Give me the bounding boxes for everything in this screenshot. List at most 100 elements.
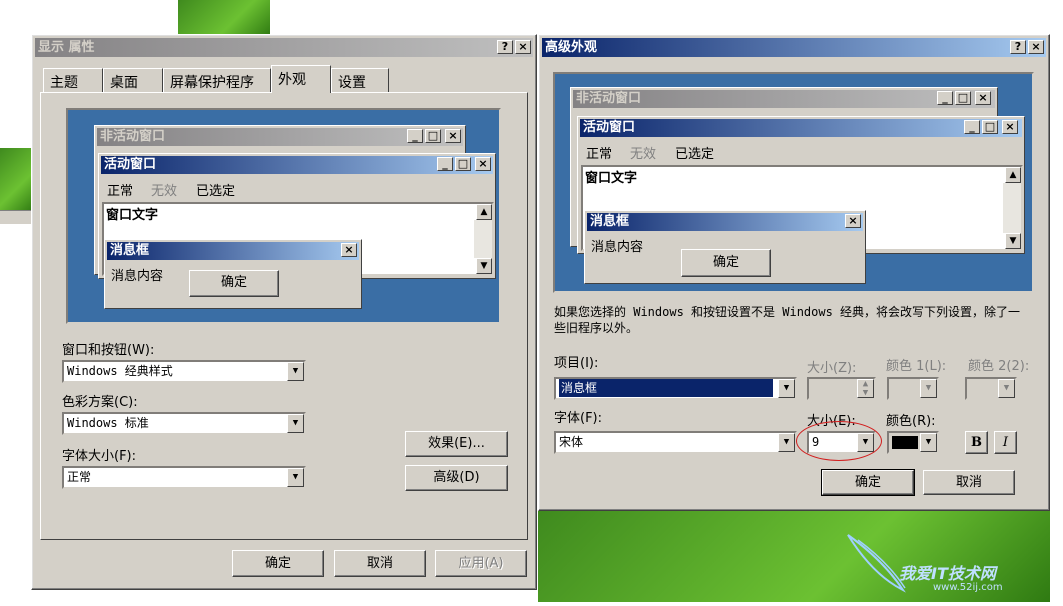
maximize-icon: □ xyxy=(982,120,998,134)
close-button[interactable]: × xyxy=(515,40,531,54)
advanced-button[interactable]: 高级(D) xyxy=(405,465,508,491)
preview-message-box: 消息框 × 消息内容 确定 xyxy=(104,239,362,309)
font-value: 宋体 xyxy=(559,435,584,449)
preview-active-title: 活动窗口 xyxy=(580,119,1022,137)
color-scheme-label: 色彩方案(C): xyxy=(62,395,138,410)
desktop-wallpaper-left xyxy=(0,148,34,210)
close-icon: × xyxy=(845,214,861,228)
color2-label: 颜色 2(2): xyxy=(968,359,1030,374)
help-button[interactable]: ? xyxy=(497,40,513,54)
tab-settings[interactable]: 设置 xyxy=(331,68,389,92)
tab-screensaver[interactable]: 屏幕保护程序 xyxy=(163,68,271,92)
close-icon: × xyxy=(341,243,357,257)
window-title: 高级外观 xyxy=(545,40,598,55)
windows-buttons-label: 窗口和按钮(W): xyxy=(62,343,155,358)
preview-menu-disabled: 无效 xyxy=(151,184,178,199)
dropdown-arrow-icon[interactable]: ▼ xyxy=(287,362,304,381)
preview-menu-normal: 正常 xyxy=(586,147,613,162)
appearance-preview: 非活动窗口 _ □ × 活动窗口 _ □ × 正常 无效 已选定 窗口文字 ▲ … xyxy=(66,108,501,324)
minimize-icon: _ xyxy=(937,91,953,105)
close-icon: × xyxy=(445,129,461,143)
scroll-down-icon: ▼ xyxy=(476,258,492,274)
font-size-select[interactable]: 正常 ▼ xyxy=(62,466,306,489)
scroll-up-icon: ▲ xyxy=(1005,167,1021,183)
windows-buttons-select[interactable]: Windows 经典样式 ▼ xyxy=(62,360,306,383)
preview-window-text: 窗口文字 xyxy=(106,208,159,223)
preview-window-text: 窗口文字 xyxy=(585,171,638,186)
advanced-preview: 非活动窗口 _ □ × 活动窗口 _ □ × 正常 无效 已选定 窗口文字 ▲ … xyxy=(553,72,1034,293)
scrollbar-track xyxy=(474,220,492,258)
maximize-icon: □ xyxy=(955,91,971,105)
maximize-icon: □ xyxy=(455,157,471,171)
color-scheme-value: Windows 标准 xyxy=(67,416,149,430)
item-value: 消息框 xyxy=(559,379,773,397)
color1-label: 颜色 1(L): xyxy=(886,359,947,374)
item-label: 项目(I): xyxy=(554,356,599,371)
preview-message-text: 消息内容 xyxy=(111,269,164,284)
desktop-wallpaper-top xyxy=(178,0,270,36)
preview-menu-disabled: 无效 xyxy=(630,147,657,162)
preview-message-box: 消息框 × 消息内容 确定 xyxy=(584,210,866,284)
effects-button[interactable]: 效果(E)... xyxy=(405,431,508,457)
preview-menu-selected: 已选定 xyxy=(675,147,715,162)
tab-desktop[interactable]: 桌面 xyxy=(103,68,163,92)
scrollbar-track xyxy=(1003,183,1021,233)
watermark-logo: 我爱IT技术网 www.52ij.com xyxy=(843,530,1043,600)
preview-menu-selected: 已选定 xyxy=(196,184,236,199)
dropdown-arrow-icon[interactable]: ▼ xyxy=(920,379,937,398)
dropdown-arrow-icon[interactable]: ▼ xyxy=(287,468,304,487)
cancel-button[interactable]: 取消 xyxy=(334,550,426,577)
size1-label: 大小(Z): xyxy=(807,361,857,376)
windows-buttons-value: Windows 经典样式 xyxy=(67,364,173,378)
close-icon: × xyxy=(975,91,991,105)
font-size-label: 字体大小(F): xyxy=(62,449,137,464)
advanced-titlebar[interactable]: 高级外观 ? × xyxy=(542,38,1046,57)
watermark-url: www.52ij.com xyxy=(933,582,1003,593)
dropdown-arrow-icon[interactable]: ▼ xyxy=(998,379,1015,398)
preview-ok-button: 确定 xyxy=(681,249,771,277)
preview-message-title: 消息框 xyxy=(107,242,359,260)
preview-menu-normal: 正常 xyxy=(107,184,134,199)
scroll-down-icon: ▼ xyxy=(1005,233,1021,249)
help-button[interactable]: ? xyxy=(1010,40,1026,54)
font-color-picker[interactable]: ▼ xyxy=(887,431,939,454)
ok-button[interactable]: 确定 xyxy=(232,550,324,577)
close-icon: × xyxy=(475,157,491,171)
font-label: 字体(F): xyxy=(554,411,603,426)
font-select[interactable]: 宋体 ▼ xyxy=(554,431,797,454)
bold-button[interactable]: B xyxy=(965,431,988,454)
minimize-icon: _ xyxy=(964,120,980,134)
item-select[interactable]: 消息框 ▼ xyxy=(554,377,797,400)
apply-button[interactable]: 应用(A) xyxy=(435,550,527,577)
italic-button[interactable]: I xyxy=(994,431,1017,454)
dropdown-arrow-icon[interactable]: ▼ xyxy=(778,379,795,398)
dropdown-arrow-icon[interactable]: ▼ xyxy=(778,433,795,452)
preview-active-title: 活动窗口 xyxy=(101,156,493,174)
minimize-icon: _ xyxy=(437,157,453,171)
preview-message-text: 消息内容 xyxy=(591,240,644,255)
color-swatch xyxy=(892,436,918,449)
minimize-icon: _ xyxy=(407,129,423,143)
tab-appearance[interactable]: 外观 xyxy=(271,65,331,93)
display-properties-titlebar[interactable]: 显示 属性 ? × xyxy=(35,38,533,57)
color-scheme-select[interactable]: Windows 标准 ▼ xyxy=(62,412,306,435)
advanced-ok-button[interactable]: 确定 xyxy=(821,469,915,496)
close-button[interactable]: × xyxy=(1028,40,1044,54)
scroll-up-icon: ▲ xyxy=(476,204,492,220)
advanced-note: 如果您选择的 Windows 和按钮设置不是 Windows 经典，将会改写下列… xyxy=(554,305,1021,335)
tab-themes[interactable]: 主题 xyxy=(43,68,103,92)
highlight-circle xyxy=(796,421,882,461)
dropdown-arrow-icon[interactable]: ▼ xyxy=(920,433,937,452)
preview-ok-button: 确定 xyxy=(189,270,279,297)
advanced-cancel-button[interactable]: 取消 xyxy=(923,470,1015,495)
close-icon: × xyxy=(1002,120,1018,134)
preview-message-title: 消息框 xyxy=(587,213,863,231)
color2-picker[interactable]: ▼ xyxy=(965,377,1017,400)
spinner-arrows-icon[interactable]: ▲ ▼ xyxy=(857,379,874,398)
watermark-text: 我爱IT技术网 xyxy=(899,564,996,583)
size1-spinner[interactable]: ▲ ▼ xyxy=(807,377,876,400)
dropdown-arrow-icon[interactable]: ▼ xyxy=(287,414,304,433)
color1-picker[interactable]: ▼ xyxy=(887,377,939,400)
preview-inactive-title: 非活动窗口 xyxy=(573,90,995,108)
font-size-value: 正常 xyxy=(67,470,92,484)
